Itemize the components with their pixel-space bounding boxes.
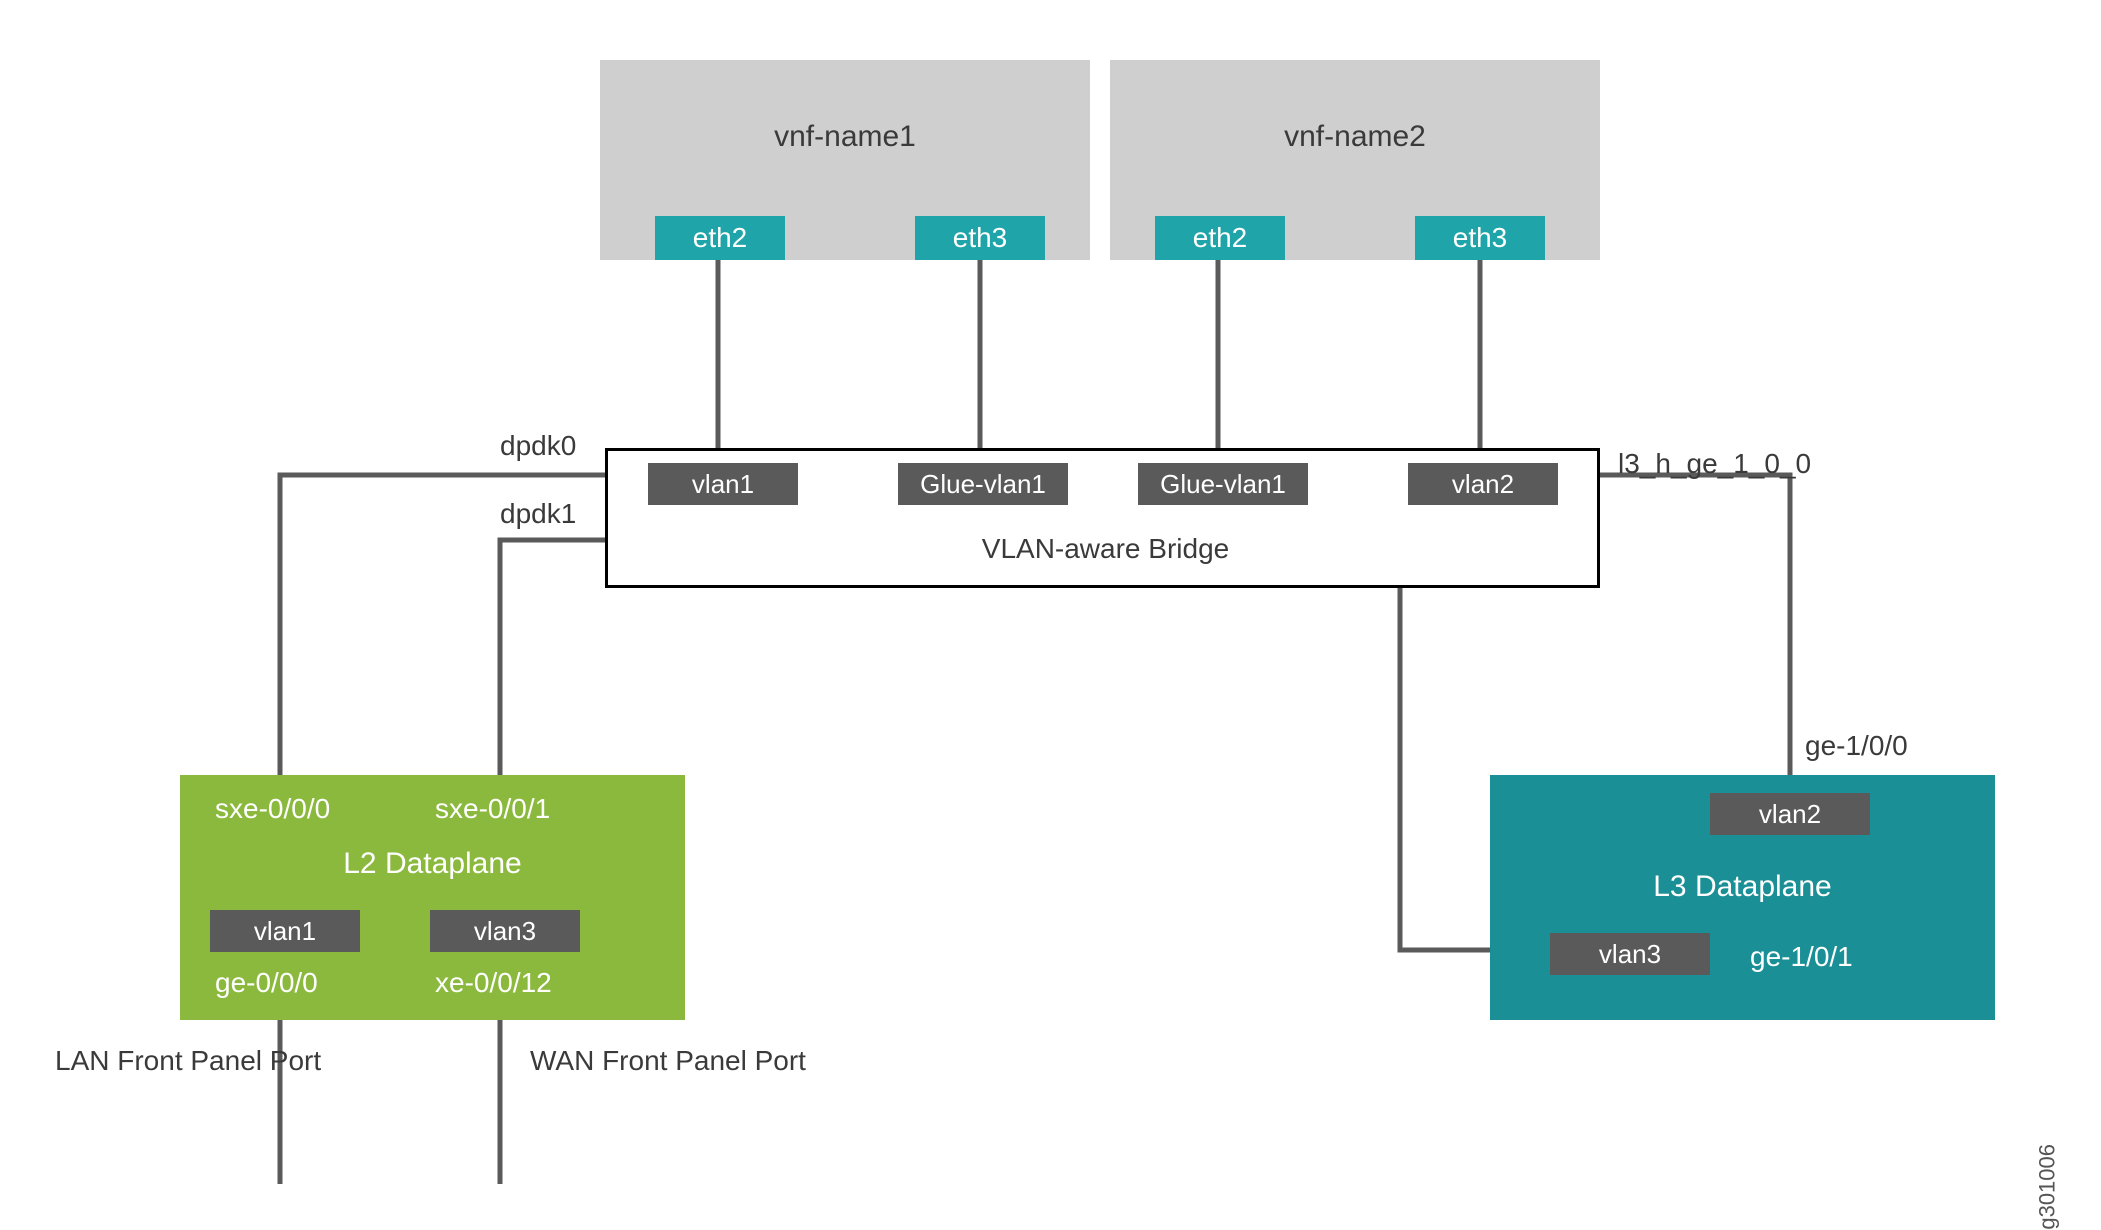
vnf2-title: vnf-name2 <box>1110 120 1600 154</box>
l2-sxe-right: sxe-0/0/1 <box>435 793 550 825</box>
l3-dataplane: vlan2 L3 Dataplane vlan3 ge-1/0/1 <box>1490 775 1995 1020</box>
bridge-vlan2-badge: vlan2 <box>1408 463 1558 505</box>
l2-sxe-left: sxe-0/0/0 <box>215 793 330 825</box>
wan-front-panel-label: WAN Front Panel Port <box>530 1045 806 1077</box>
l3h-label: l3_h_ge_1_0_0 <box>1618 448 1811 480</box>
l3-vlan2-badge: vlan2 <box>1710 793 1870 835</box>
l2-ge-left: ge-0/0/0 <box>215 967 318 999</box>
vnf1-eth2-badge: eth2 <box>655 216 785 260</box>
vnf1-eth3-badge: eth3 <box>915 216 1045 260</box>
l2-title: L2 Dataplane <box>180 847 685 881</box>
dpdk0-label: dpdk0 <box>500 430 576 462</box>
vnf1-title: vnf-name1 <box>600 120 1090 154</box>
vlan-aware-bridge: vlan1 Glue-vlan1 Glue-vlan1 vlan2 VLAN-a… <box>605 448 1600 588</box>
l3-ge-top-label: ge-1/0/0 <box>1805 730 1908 762</box>
bridge-glue-vlan1-badge-right: Glue-vlan1 <box>1138 463 1308 505</box>
vnf-box-1: vnf-name1 eth2 eth3 <box>600 60 1090 260</box>
dpdk1-label: dpdk1 <box>500 498 576 530</box>
diagram-canvas: vnf-name1 eth2 eth3 vnf-name2 eth2 eth3 … <box>0 0 2101 1184</box>
figure-id: g301006 <box>2035 1144 2061 1230</box>
vnf-box-2: vnf-name2 eth2 eth3 <box>1110 60 1600 260</box>
l2-vlan1-badge: vlan1 <box>210 910 360 952</box>
l2-dataplane: sxe-0/0/0 sxe-0/0/1 L2 Dataplane vlan1 v… <box>180 775 685 1020</box>
bridge-glue-vlan1-badge-left: Glue-vlan1 <box>898 463 1068 505</box>
vnf2-eth3-badge: eth3 <box>1415 216 1545 260</box>
l2-vlan3-badge: vlan3 <box>430 910 580 952</box>
l3-ge-bottom: ge-1/0/1 <box>1750 941 1853 973</box>
l3-title: L3 Dataplane <box>1490 870 1995 904</box>
l2-xe-right: xe-0/0/12 <box>435 967 552 999</box>
l3-vlan3-badge: vlan3 <box>1550 933 1710 975</box>
bridge-vlan1-badge: vlan1 <box>648 463 798 505</box>
bridge-title: VLAN-aware Bridge <box>608 533 1603 565</box>
vnf2-eth2-badge: eth2 <box>1155 216 1285 260</box>
lan-front-panel-label: LAN Front Panel Port <box>55 1045 321 1077</box>
